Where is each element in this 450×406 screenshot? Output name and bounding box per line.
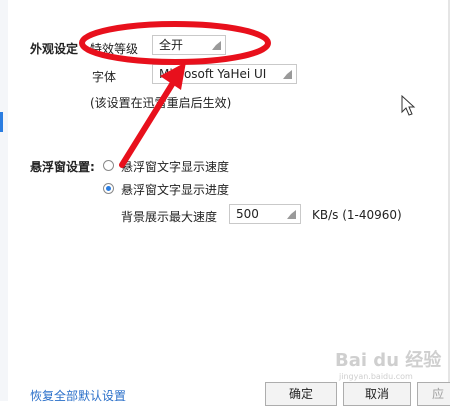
effects-level-value: 全开 [159, 38, 184, 52]
float-window-section-label: 悬浮窗设置: [30, 160, 95, 174]
effects-level-select[interactable]: 全开 [152, 35, 226, 55]
red-annotation-overlay [79, 21, 271, 168]
radio-show-progress[interactable] [103, 183, 114, 194]
cancel-button[interactable]: 取消 [343, 382, 411, 406]
apply-button[interactable]: 应 [417, 382, 450, 406]
annotation-arrow-line [119, 75, 179, 168]
max-speed-value: 500 [236, 207, 259, 221]
restart-note: (该设置在迅雷重启后生效) [90, 96, 232, 110]
font-value: Microsoft YaHei UI [159, 67, 267, 81]
watermark-text: Bai du 经验 [335, 350, 442, 371]
max-speed-unit: KB/s (1-40960) [312, 208, 402, 222]
font-label: 字体 [92, 70, 117, 84]
font-select[interactable]: Microsoft YaHei UI [152, 64, 297, 84]
dropdown-arrow-icon [212, 41, 221, 50]
nav-active-indicator [0, 112, 3, 132]
settings-nav-strip [0, 0, 8, 401]
radio-show-progress-label[interactable]: 悬浮窗文字显示进度 [121, 181, 229, 198]
restore-defaults-link[interactable]: 恢复全部默认设置 [30, 387, 126, 404]
max-speed-select[interactable]: 500 [229, 204, 301, 224]
radio-show-speed-label[interactable]: 悬浮窗文字显示速度 [121, 158, 229, 175]
mouse-cursor-icon [401, 95, 416, 116]
watermark-sub: jingyan.baidu.com [339, 372, 413, 381]
effects-level-label: 特效等级 [90, 42, 139, 56]
appearance-section-label: 外观设定 [30, 42, 79, 56]
radio-show-speed[interactable] [103, 160, 114, 171]
dropdown-arrow-icon [283, 70, 292, 79]
baidu-watermark: Bai du 经验 jingyan.baidu.com [335, 346, 441, 381]
max-speed-label: 背景展示最大速度 [121, 210, 218, 224]
ok-button[interactable]: 确定 [265, 382, 337, 406]
dropdown-arrow-icon [287, 210, 296, 219]
